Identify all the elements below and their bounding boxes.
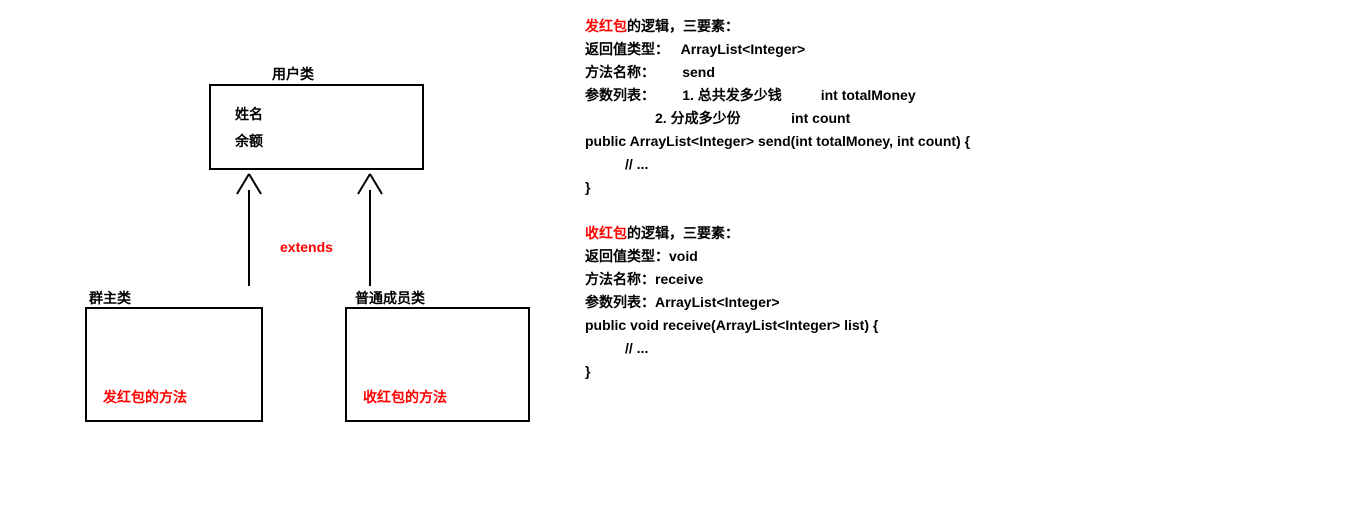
receive-close: } xyxy=(585,360,970,383)
user-class-title: 用户类 xyxy=(272,64,314,84)
arrow-right-line xyxy=(369,190,371,286)
send-signature: public ArrayList<Integer> send(int total… xyxy=(585,130,970,153)
member-class-method: 收红包的方法 xyxy=(363,387,447,407)
owner-class-method: 发红包的方法 xyxy=(103,387,187,407)
send-title-rest: 的逻辑，三要素： xyxy=(627,18,739,34)
send-method-line: 方法名称： send xyxy=(585,61,970,84)
receive-signature: public void receive(ArrayList<Integer> l… xyxy=(585,314,970,337)
receive-title-red: 收红包 xyxy=(585,225,627,241)
extends-label: extends xyxy=(280,239,333,255)
send-param1-line: 参数列表： 1. 总共发多少钱 int totalMoney xyxy=(585,84,970,107)
arrow-right-head xyxy=(356,172,384,196)
receive-param-line: 参数列表：ArrayList<Integer> xyxy=(585,291,970,314)
owner-class-box: 发红包的方法 xyxy=(85,307,263,422)
user-class-field-balance: 余额 xyxy=(235,131,263,151)
receive-return-line: 返回值类型：void xyxy=(585,245,970,268)
send-param2-line: 2. 分成多少份 int count xyxy=(585,107,970,130)
user-class-field-name: 姓名 xyxy=(235,104,263,124)
send-title-line: 发红包的逻辑，三要素： xyxy=(585,15,970,38)
receive-title-rest: 的逻辑，三要素： xyxy=(627,225,739,241)
arrow-left-line xyxy=(248,190,250,286)
send-title-red: 发红包 xyxy=(585,18,627,34)
send-return-line: 返回值类型： ArrayList<Integer> xyxy=(585,38,970,61)
arrow-left-head xyxy=(235,172,263,196)
send-body: // ... xyxy=(585,153,970,176)
member-class-title: 普通成员类 xyxy=(355,288,425,308)
code-description-panel: 发红包的逻辑，三要素： 返回值类型： ArrayList<Integer> 方法… xyxy=(585,15,970,383)
owner-class-title: 群主类 xyxy=(89,288,131,308)
send-close: } xyxy=(585,176,970,199)
receive-title-line: 收红包的逻辑，三要素： xyxy=(585,222,970,245)
receive-body: // ... xyxy=(585,337,970,360)
receive-method-line: 方法名称：receive xyxy=(585,268,970,291)
member-class-box: 收红包的方法 xyxy=(345,307,530,422)
user-class-box: 姓名 余额 xyxy=(209,84,424,170)
